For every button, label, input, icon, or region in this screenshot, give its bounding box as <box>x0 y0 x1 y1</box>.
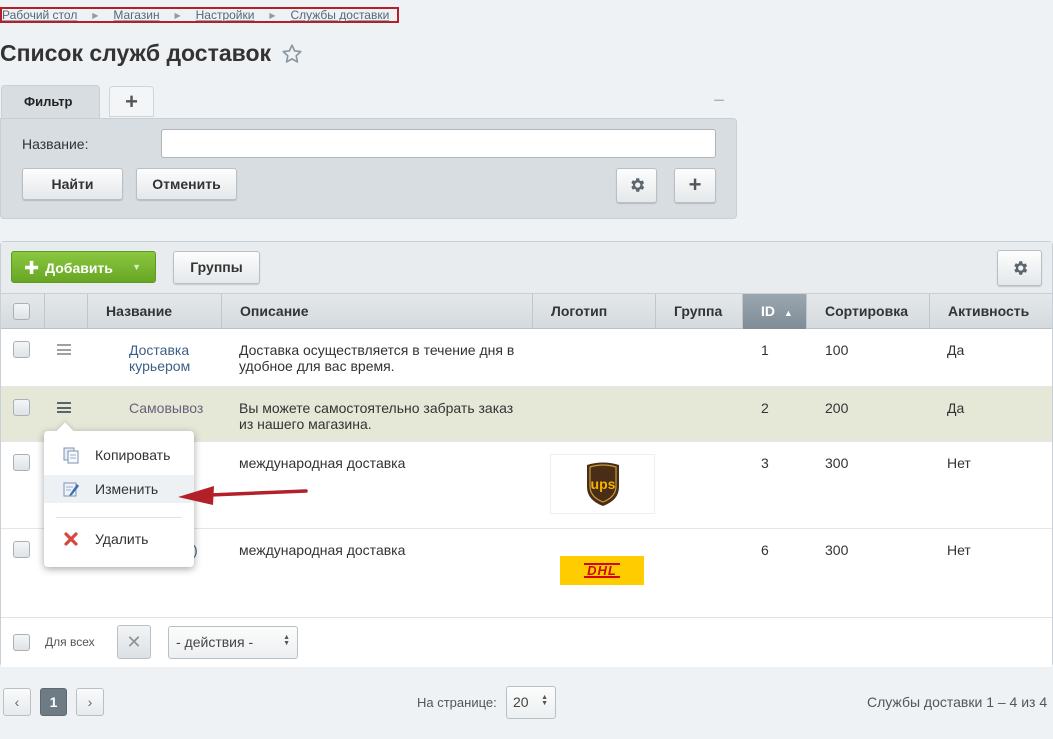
row-id: 6 <box>761 542 769 558</box>
per-page-label: На странице: <box>417 695 497 710</box>
add-button-label: Добавить <box>45 260 113 276</box>
column-header-id[interactable]: ID ▲ <box>743 294 807 329</box>
for-all-checkbox[interactable] <box>13 634 30 651</box>
row-active: Нет <box>947 455 971 471</box>
filter-panel: Название: Найти Отменить + <box>0 118 737 219</box>
groups-button[interactable]: Группы <box>173 251 260 284</box>
edit-icon <box>63 482 79 497</box>
row-context-menu: Копировать Изменить Удалить <box>44 422 194 567</box>
row-sort: 300 <box>825 455 849 471</box>
row-name-link[interactable]: Доставка курьером <box>129 342 190 374</box>
breadcrumb-settings[interactable]: Настройки <box>196 8 255 22</box>
column-header-logo[interactable]: Логотип <box>533 294 656 329</box>
name-filter-input[interactable] <box>161 129 716 158</box>
select-arrows-icon: ▲ ▼ <box>541 694 548 707</box>
row-description: международная доставка <box>239 455 406 471</box>
column-header-id-label: ID <box>761 303 775 319</box>
breadcrumb: Рабочий стол ▶ Магазин ▶ Настройки ▶ Слу… <box>0 7 399 23</box>
list-toolbar: ✚ Добавить ▼ Группы <box>1 242 1052 294</box>
per-page-value: 20 <box>513 694 529 710</box>
row-active: Да <box>947 400 965 416</box>
clear-selection-button[interactable]: ✕ <box>117 625 151 659</box>
name-filter-label: Название: <box>22 136 89 152</box>
row-id: 2 <box>761 400 769 416</box>
column-header-active[interactable]: Активность <box>930 294 1052 329</box>
row-active: Да <box>947 342 965 358</box>
filter-settings-button[interactable] <box>616 168 657 203</box>
actions-column-header <box>45 294 88 329</box>
chevron-right-icon: ▶ <box>92 10 99 20</box>
group-actions-select[interactable]: - действия - ▲ ▼ <box>168 626 298 659</box>
menu-item-delete[interactable]: Удалить <box>44 525 194 553</box>
per-page-select[interactable]: 20 ▲ ▼ <box>506 686 556 719</box>
cancel-button[interactable]: Отменить <box>136 168 237 200</box>
breadcrumb-shop[interactable]: Магазин <box>113 8 159 22</box>
menu-item-edit[interactable]: Изменить <box>44 475 194 503</box>
menu-separator <box>56 517 182 518</box>
delete-icon <box>64 532 78 546</box>
chevron-down-icon[interactable]: ▼ <box>132 252 141 282</box>
column-header-group[interactable]: Группа <box>656 294 743 329</box>
row-description: Вы можете самостоятельно забрать заказ из… <box>239 400 514 432</box>
gear-icon <box>630 178 644 192</box>
table-settings-button[interactable] <box>997 250 1042 286</box>
star-icon[interactable] <box>281 43 303 65</box>
group-actions-value: - действия - <box>176 634 254 650</box>
collapse-filter-button[interactable]: − <box>712 91 726 111</box>
breadcrumb-desktop[interactable]: Рабочий стол <box>2 8 77 22</box>
pagination-summary: Службы доставки 1 – 4 из 4 <box>867 694 1048 710</box>
menu-item-copy[interactable]: Копировать <box>44 441 194 469</box>
column-header-sort[interactable]: Сортировка <box>807 294 930 329</box>
dhl-logo: DHL <box>560 556 644 585</box>
column-header-description[interactable]: Описание <box>222 294 533 329</box>
row-description: Доставка осуществляется в течение дня ву… <box>239 342 515 374</box>
breadcrumb-delivery[interactable]: Службы доставки <box>290 8 389 22</box>
row-checkbox[interactable] <box>13 341 30 358</box>
row-checkbox[interactable] <box>13 399 30 416</box>
select-all-cell <box>1 294 45 329</box>
add-filter-field-button[interactable]: + <box>674 168 716 203</box>
row-sort: 200 <box>825 400 849 416</box>
current-page-button[interactable]: 1 <box>40 688 67 716</box>
table-footer: Для всех ✕ - действия - ▲ ▼ <box>1 617 1052 667</box>
chevron-right-icon: ▶ <box>269 10 276 20</box>
table-header: Название Описание Логотип Группа ID ▲ Со… <box>1 294 1052 329</box>
menu-item-copy-label: Копировать <box>95 447 171 463</box>
row-id: 3 <box>761 455 769 471</box>
find-button[interactable]: Найти <box>22 168 123 200</box>
row-name-link[interactable]: Самовывоз <box>129 400 203 416</box>
next-page-button[interactable]: › <box>76 688 104 716</box>
add-filter-tab-button[interactable]: + <box>109 86 154 117</box>
row-sort: 100 <box>825 342 849 358</box>
row-sort: 300 <box>825 542 849 558</box>
add-button[interactable]: ✚ Добавить ▼ <box>11 251 156 283</box>
menu-item-delete-label: Удалить <box>95 531 149 547</box>
row-active: Нет <box>947 542 971 558</box>
table-row[interactable]: Доставка курьером Доставка осуществляется… <box>1 329 1052 387</box>
svg-text:ups: ups <box>590 476 615 492</box>
ups-logo: ups <box>550 454 655 514</box>
ups-shield-icon: ups <box>586 462 619 506</box>
dhl-logo-text: DHL <box>584 563 620 578</box>
tab-filter[interactable]: Фильтр <box>1 85 100 119</box>
select-all-checkbox[interactable] <box>13 303 30 320</box>
page-title: Список служб доставок <box>0 40 303 67</box>
plus-icon: ✚ <box>24 258 40 278</box>
prev-page-button[interactable]: ‹ <box>3 688 31 716</box>
for-all-label: Для всех <box>45 635 95 649</box>
row-menu-icon[interactable] <box>57 344 71 355</box>
row-checkbox[interactable] <box>13 454 30 471</box>
gear-icon <box>1013 261 1027 275</box>
column-header-name[interactable]: Название <box>88 294 222 329</box>
copy-icon <box>63 447 79 464</box>
page-title-text: Список служб доставок <box>0 40 272 66</box>
menu-item-edit-label: Изменить <box>95 481 159 497</box>
chevron-right-icon: ▶ <box>174 10 181 20</box>
sort-ascending-icon: ▲ <box>783 308 793 318</box>
select-arrows-icon: ▲ ▼ <box>283 634 290 647</box>
row-checkbox[interactable] <box>13 541 30 558</box>
row-description: международная доставка <box>239 542 406 558</box>
row-id: 1 <box>761 342 769 358</box>
row-menu-icon[interactable] <box>57 402 71 413</box>
